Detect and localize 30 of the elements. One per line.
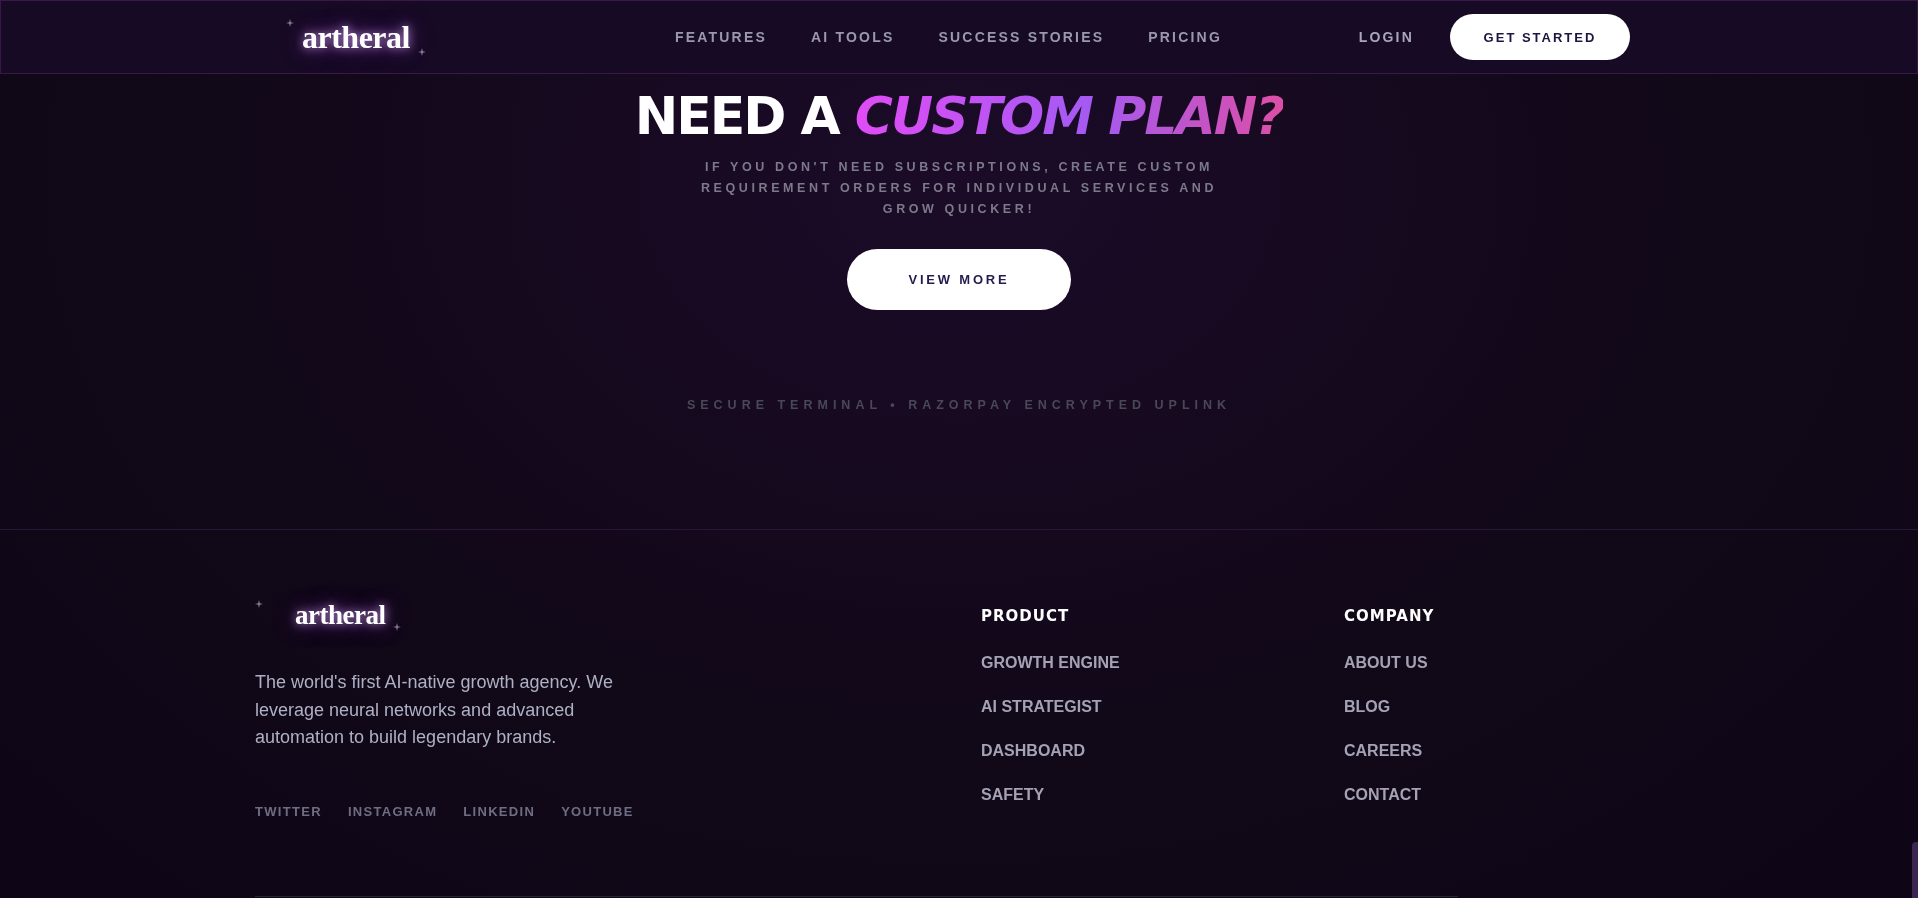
social-link[interactable]: TWITTER — [255, 803, 322, 819]
footer-link[interactable]: DASHBOARD — [981, 741, 1344, 760]
agency-description: The world's first AI-native growth agency. We leverage neural networks and advanced automation to build legendary brands. — [255, 671, 614, 749]
footer-column-title: PRODUCT — [981, 607, 1071, 625]
security-note: SECURE TERMINAL • RAZORPAY ENCRYPTED UPLINK — [686, 397, 1232, 412]
nav-link[interactable]: AI TOOLS — [811, 29, 895, 45]
sparkle-icon — [417, 47, 426, 56]
footer-link[interactable]: AI STRATEGIST — [981, 697, 1344, 716]
footer-link[interactable]: SAFETY — [981, 785, 1344, 804]
logo[interactable]: artheral — [295, 600, 386, 631]
subtitle: IF YOU DON'T NEED SUBSCRIPTIONS, CREATE CUSTOM REQUIREMENT ORDERS FOR INDIVIDUAL SERVICES AND GROW QUICKER! — [699, 158, 1219, 218]
footer-link[interactable]: GROWTH ENGINE — [981, 653, 1344, 672]
footer-link[interactable]: BLOG — [1344, 697, 1707, 716]
sparkle-icon — [255, 600, 263, 608]
login-link[interactable]: LOGIN — [1358, 29, 1414, 45]
logo[interactable]: artheral — [302, 18, 410, 56]
footer-link[interactable]: CONTACT — [1344, 785, 1707, 804]
footer-column-title: COMPANY — [1344, 607, 1436, 625]
view-more-button[interactable]: VIEW MORE — [847, 248, 1071, 310]
nav-link[interactable]: PRICING — [1148, 29, 1222, 45]
sparkle-icon — [393, 623, 402, 631]
footer-link[interactable]: CAREERS — [1344, 741, 1707, 760]
footer-link[interactable]: ABOUT US — [1344, 653, 1707, 672]
nav-link[interactable]: FEATURES — [675, 29, 767, 45]
get-started-button[interactable]: GET STARTED — [1450, 14, 1630, 60]
scrollbar-thumb[interactable] — [1912, 842, 1918, 898]
social-link[interactable]: INSTAGRAM — [347, 803, 438, 819]
nav-link[interactable]: SUCCESS STORIES — [938, 29, 1105, 45]
social-link[interactable]: LINKEDIN — [463, 803, 536, 819]
social-link[interactable]: YOUTUBE — [561, 803, 634, 819]
